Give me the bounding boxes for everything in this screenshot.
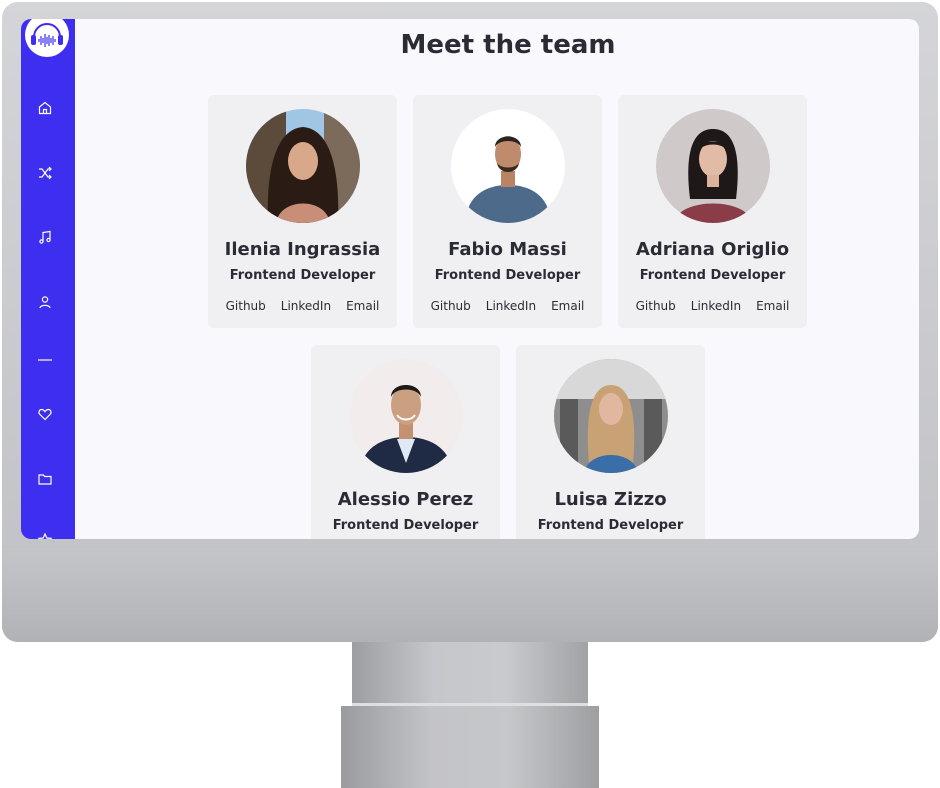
user-icon[interactable]: [36, 293, 54, 311]
member-name: Fabio Massi: [448, 239, 567, 260]
linkedin-link[interactable]: LinkedIn: [691, 299, 741, 313]
sidebar: [21, 19, 75, 539]
profile-photo: [554, 359, 668, 473]
member-role: Frontend Developer: [537, 518, 684, 533]
profile-photo: [451, 109, 565, 223]
member-links: Github LinkedIn Email: [413, 299, 602, 313]
page-title: Meet the team: [400, 30, 616, 60]
linkedin-link[interactable]: LinkedIn: [281, 299, 331, 313]
heart-icon[interactable]: [36, 405, 54, 423]
home-icon[interactable]: [36, 99, 54, 117]
email-link[interactable]: Email: [756, 299, 789, 313]
star-icon[interactable]: [36, 531, 54, 539]
member-role: Frontend Developer: [434, 268, 581, 283]
member-links: Github LinkedIn Email: [618, 299, 807, 313]
monitor-stand-base: [341, 706, 599, 788]
folder-icon[interactable]: [36, 470, 54, 488]
team-member-card: Ilenia Ingrassia Frontend Developer Gith…: [208, 95, 397, 328]
email-link[interactable]: Email: [551, 299, 584, 313]
music-note-icon[interactable]: [36, 228, 54, 246]
github-link[interactable]: Github: [636, 299, 676, 313]
profile-photo: [246, 109, 360, 223]
email-link[interactable]: Email: [346, 299, 379, 313]
member-name: Adriana Origlio: [635, 239, 790, 260]
member-role: Frontend Developer: [639, 268, 786, 283]
github-link[interactable]: Github: [226, 299, 266, 313]
member-links: Github LinkedIn Email: [208, 299, 397, 313]
team-member-card: Adriana Origlio Frontend Developer Githu…: [618, 95, 807, 328]
monitor-stand-neck: [352, 642, 588, 704]
headphones-logo-icon[interactable]: [25, 19, 69, 57]
team-member-card: Alessio Perez Frontend Developer: [311, 345, 500, 539]
monitor-chin: [2, 548, 938, 642]
github-link[interactable]: Github: [431, 299, 471, 313]
profile-photo: [349, 359, 463, 473]
main-content: Meet the team Ilenia Ingrassia Frontend …: [75, 19, 919, 539]
member-role: Frontend Developer: [332, 518, 479, 533]
team-member-card: Fabio Massi Frontend Developer Github Li…: [413, 95, 602, 328]
member-name: Alessio Perez: [337, 489, 474, 510]
member-name: Luisa Zizzo: [554, 489, 667, 510]
profile-photo: [656, 109, 770, 223]
team-member-card: Luisa Zizzo Frontend Developer: [516, 345, 705, 539]
shuffle-icon[interactable]: [36, 164, 54, 182]
app-screen: Meet the team Ilenia Ingrassia Frontend …: [21, 19, 919, 539]
member-name: Ilenia Ingrassia: [224, 239, 381, 260]
linkedin-link[interactable]: LinkedIn: [486, 299, 536, 313]
member-role: Frontend Developer: [229, 268, 376, 283]
divider-line: [36, 351, 54, 369]
